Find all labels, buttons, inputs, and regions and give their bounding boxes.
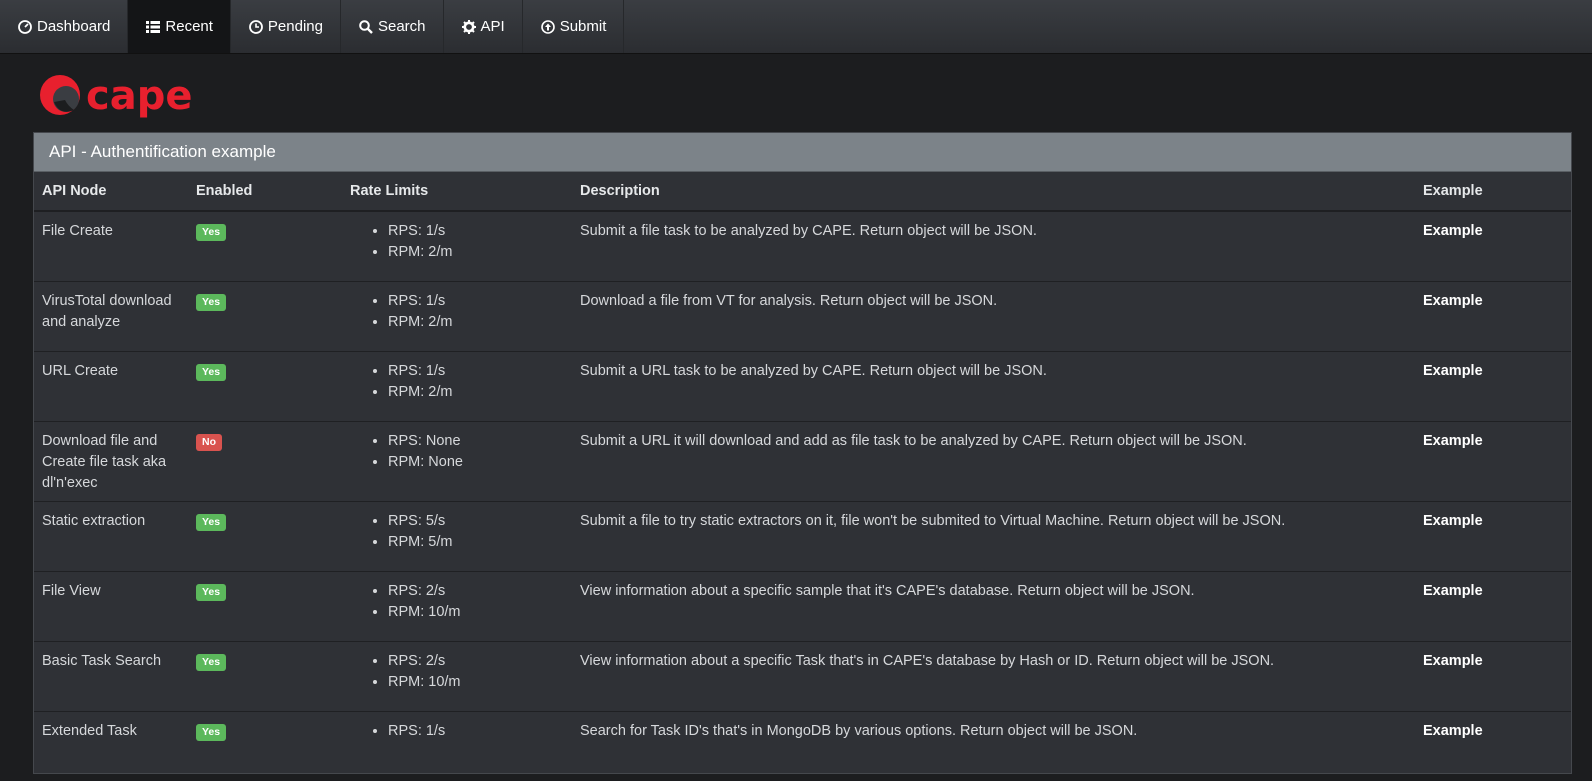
api-node-name: Static extraction [34, 500, 188, 571]
example-link[interactable]: Example [1423, 223, 1483, 239]
dashboard-icon [18, 19, 32, 34]
header-example: Example [1415, 172, 1571, 212]
api-panel: API - Authentification example API Node … [33, 132, 1572, 781]
nav-label: Dashboard [37, 18, 111, 35]
description: View information about a specific Task t… [572, 640, 1415, 711]
table-header-row: API Node Enabled Rate Limits Description… [34, 172, 1571, 212]
gear-icon [461, 19, 476, 34]
example-link[interactable]: Example [1423, 513, 1483, 529]
example-link[interactable]: Example [1423, 653, 1483, 669]
header-rate-limits: Rate Limits [342, 172, 572, 212]
rpm-item: RPM: 2/m [388, 242, 564, 263]
rate-limit-list: RPS: 5/sRPM: 5/m [350, 511, 564, 553]
rpm-item: RPM: 10/m [388, 602, 564, 623]
enabled-badge: Yes [196, 723, 227, 741]
rate-limit-list: RPS: 2/sRPM: 10/m [350, 651, 564, 693]
top-navbar: Dashboard Recent Pending Search API Subm… [0, 0, 1592, 54]
rps-item: RPS: 5/s [388, 511, 564, 532]
rps-item: RPS: None [388, 431, 564, 452]
rpm-item: RPM: 5/m [388, 532, 564, 553]
header-description: Description [572, 172, 1415, 212]
rps-item: RPS: 2/s [388, 651, 564, 672]
disabled-badge: No [196, 433, 222, 451]
nav-label: Recent [165, 18, 213, 35]
api-node-name: URL Create [34, 350, 188, 421]
description: Submit a URL task to be analyzed by CAPE… [572, 350, 1415, 421]
example-link[interactable]: Example [1423, 723, 1483, 739]
clock-icon [249, 19, 263, 34]
svg-text:cape: cape [86, 73, 192, 119]
table-row: URL Create Yes RPS: 1/sRPM: 2/m Submit a… [34, 350, 1571, 421]
rate-limit-list: RPS: 1/sRPM: 2/m [350, 221, 564, 263]
api-node-name: File Create [34, 210, 188, 281]
table-row: Basic Task Search Yes RPS: 2/sRPM: 10/m … [34, 640, 1571, 711]
enabled-badge: Yes [196, 293, 227, 311]
table-row: Static extraction Yes RPS: 5/sRPM: 5/m S… [34, 500, 1571, 571]
rate-limit-list: RPS: NoneRPM: None [350, 431, 564, 473]
nav-dashboard[interactable]: Dashboard [0, 0, 129, 53]
example-link[interactable]: Example [1423, 433, 1483, 449]
cape-logo: cape [38, 73, 208, 119]
nav-submit[interactable]: Submit [523, 0, 625, 53]
header-enabled: Enabled [188, 172, 342, 212]
example-link[interactable]: Example [1423, 583, 1483, 599]
nav-label: API [480, 18, 505, 35]
rps-item: RPS: 1/s [388, 721, 564, 742]
description: Submit a file to try static extractors o… [572, 500, 1415, 571]
example-link[interactable]: Example [1423, 293, 1483, 309]
enabled-badge: Yes [196, 513, 227, 531]
description: Submit a file task to be analyzed by CAP… [572, 210, 1415, 281]
nav-api[interactable]: API [444, 0, 523, 53]
description: View information about a specific sample… [572, 570, 1415, 641]
api-table: API Node Enabled Rate Limits Description… [34, 172, 1571, 781]
example-link[interactable]: Example [1423, 363, 1483, 379]
rpm-item: RPM: 2/m [388, 312, 564, 333]
table-row: Extended Task Yes RPS: 1/s Search for Ta… [34, 710, 1571, 781]
nav-label: Pending [267, 18, 323, 35]
rate-limit-list: RPS: 2/sRPM: 10/m [350, 581, 564, 623]
rpm-item: RPM: None [388, 452, 564, 473]
description: Submit a URL it will download and add as… [572, 420, 1415, 501]
rpm-item: RPM: 10/m [388, 672, 564, 693]
table-row: File View Yes RPS: 2/sRPM: 10/m View inf… [34, 570, 1571, 641]
search-icon [359, 19, 373, 34]
description: Search for Task ID's that's in MongoDB b… [572, 710, 1415, 781]
rate-limit-list: RPS: 1/sRPM: 2/m [350, 361, 564, 403]
rps-item: RPS: 1/s [388, 291, 564, 312]
upload-icon [540, 19, 555, 34]
rps-item: RPS: 1/s [388, 361, 564, 382]
nav-label: Submit [559, 18, 607, 35]
table-row: Download file and Create file task aka d… [34, 420, 1571, 501]
nav-label: Search [377, 18, 426, 35]
api-node-name: Extended Task [34, 710, 188, 781]
description: Download a file from VT for analysis. Re… [572, 280, 1415, 351]
list-icon [146, 20, 161, 34]
nav-pending[interactable]: Pending [231, 0, 341, 53]
api-node-name: Basic Task Search [34, 640, 188, 711]
api-node-name: Download file and Create file task aka d… [34, 420, 188, 501]
table-row: File Create Yes RPS: 1/sRPM: 2/m Submit … [34, 210, 1571, 281]
rate-limit-list: RPS: 1/s [350, 721, 564, 742]
api-node-name: File View [34, 570, 188, 641]
header-api-node: API Node [34, 172, 188, 212]
enabled-badge: Yes [196, 224, 227, 241]
rps-item: RPS: 1/s [388, 221, 564, 242]
enabled-badge: Yes [196, 653, 227, 671]
nav-recent[interactable]: Recent [128, 0, 231, 53]
rate-limit-list: RPS: 1/sRPM: 2/m [350, 291, 564, 333]
panel-title: API - Authentification example [34, 133, 1571, 172]
table-row: VirusTotal download and analyze Yes RPS:… [34, 280, 1571, 351]
enabled-badge: Yes [196, 363, 227, 381]
rpm-item: RPM: 2/m [388, 382, 564, 403]
enabled-badge: Yes [196, 583, 227, 601]
cape-logo-image: cape [40, 73, 192, 119]
nav-search[interactable]: Search [341, 0, 444, 53]
rps-item: RPS: 2/s [388, 581, 564, 602]
api-node-name: VirusTotal download and analyze [34, 280, 188, 351]
